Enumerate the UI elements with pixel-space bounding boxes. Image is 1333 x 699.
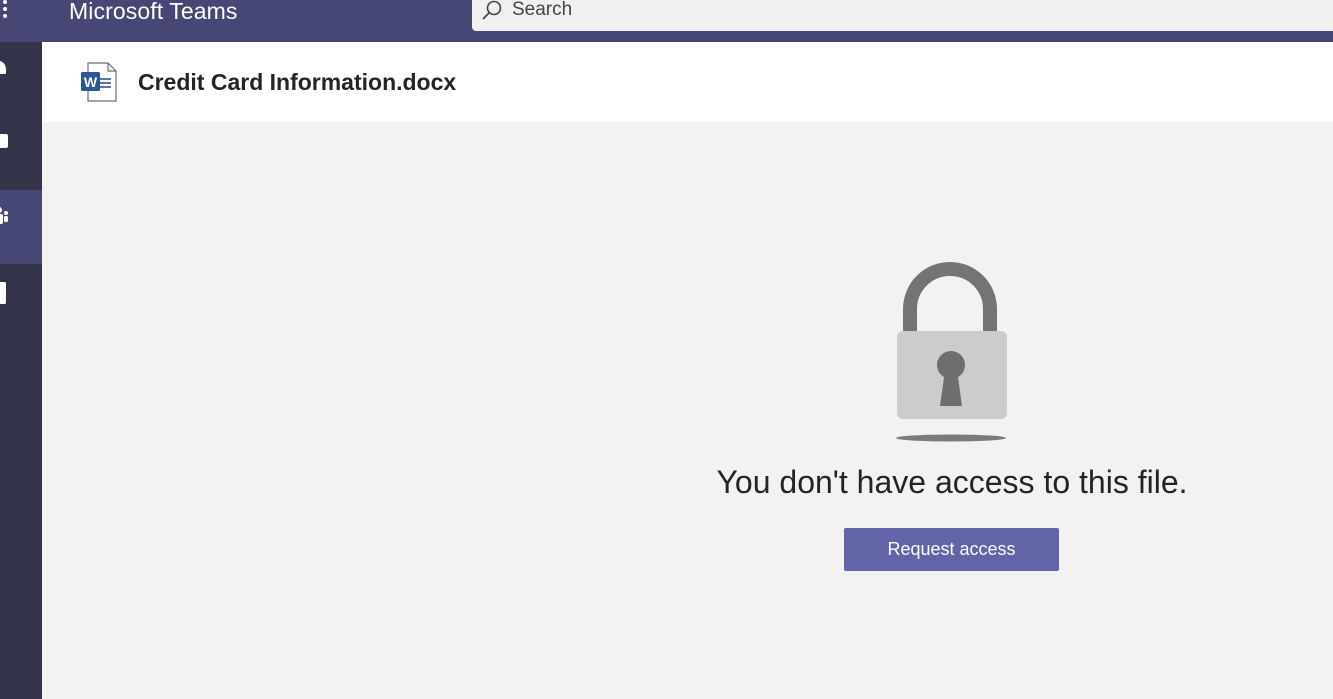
chat-icon — [0, 130, 8, 150]
more-vertical-icon[interactable] — [0, 0, 12, 20]
svg-text:W: W — [84, 74, 98, 90]
file-icon — [0, 278, 8, 304]
file-preview-area: You don't have access to this file. Requ… — [42, 122, 1333, 699]
search-placeholder: Search — [512, 0, 573, 20]
bell-icon — [0, 56, 8, 76]
search-input[interactable]: Search — [472, 0, 1333, 31]
file-header: W Credit Card Information.docx — [42, 42, 1333, 122]
teams-icon — [0, 204, 8, 224]
rail-item-activity[interactable]: vity — [0, 42, 42, 116]
lock-icon — [892, 262, 1012, 444]
request-access-button[interactable]: Request access — [844, 528, 1059, 571]
word-doc-icon: W — [80, 62, 118, 102]
rail-item-files[interactable]: es — [0, 264, 42, 338]
no-access-message: You don't have access to this file. — [716, 464, 1188, 500]
search-icon — [482, 0, 504, 22]
rail-item-teams[interactable]: ms — [0, 190, 42, 264]
rail-item-chat[interactable]: at — [0, 116, 42, 190]
file-title: Credit Card Information.docx — [138, 69, 457, 95]
app-rail: vity at ms es — [0, 42, 42, 699]
app-title: Microsoft Teams — [69, 0, 238, 24]
title-bar: Microsoft Teams Search — [0, 0, 1333, 42]
